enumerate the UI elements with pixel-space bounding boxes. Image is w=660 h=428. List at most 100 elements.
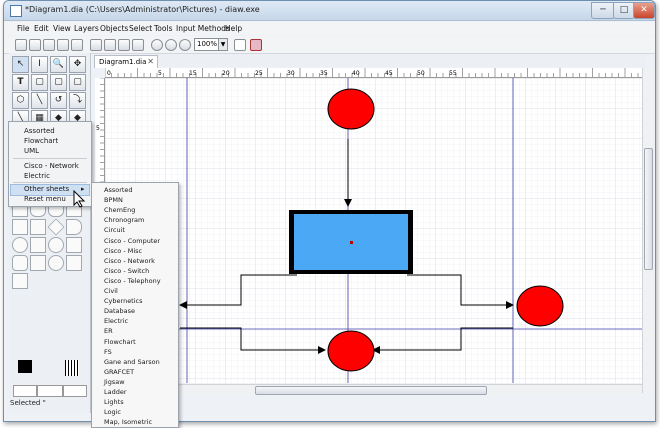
submenu-item[interactable]: ER — [104, 327, 113, 335]
cut-icon[interactable] — [118, 39, 130, 51]
submenu-item[interactable]: FS — [104, 348, 112, 356]
submenu-item[interactable]: Database — [104, 307, 135, 315]
submenu-item[interactable]: Map, Isometric — [104, 418, 152, 426]
text-tool[interactable]: T — [12, 74, 29, 91]
box-tool[interactable]: ▢ — [31, 74, 48, 91]
magnify-tool[interactable]: 🔍 — [50, 56, 67, 73]
submenu-item[interactable]: Ladder — [104, 388, 127, 396]
submenu-item[interactable]: GRAFCET — [104, 368, 134, 376]
flowchart-summing-shape[interactable] — [12, 237, 28, 253]
new-file-icon[interactable] — [15, 39, 27, 51]
menu-item-other-sheets[interactable]: Other sheets — [24, 185, 69, 193]
submenu-item[interactable]: Cisco - Misc — [104, 247, 142, 255]
submenu-item[interactable]: Cisco - Switch — [104, 267, 149, 275]
flowchart-extract-shape[interactable] — [66, 237, 82, 253]
paste-icon[interactable] — [132, 39, 144, 51]
minimize-button[interactable]: ─ — [591, 2, 615, 19]
menu-file[interactable]: File — [17, 24, 30, 33]
menu-item-flowchart[interactable]: Flowchart — [24, 137, 58, 145]
submenu-item[interactable]: Cybernetics — [104, 297, 143, 305]
menu-layers[interactable]: Layers — [74, 24, 99, 33]
menu-view[interactable]: View — [53, 24, 71, 33]
submenu-item[interactable]: Lights — [104, 398, 124, 406]
submenu-item[interactable]: Chronogram — [104, 216, 144, 224]
horizontal-scroll-thumb[interactable] — [255, 386, 487, 395]
submenu-item[interactable]: Civil — [104, 287, 118, 295]
submenu-item[interactable]: ChemEng — [104, 206, 135, 214]
tab-close-icon[interactable]: ✕ — [147, 56, 154, 68]
submenu-item[interactable]: Assorted — [104, 186, 133, 194]
flowchart-card-shape[interactable] — [30, 255, 46, 271]
flowchart-input-shape[interactable] — [12, 273, 28, 289]
image-tool[interactable]: ▢ — [69, 74, 86, 91]
save-as-icon[interactable] — [57, 39, 69, 51]
flowchart-connector-shape[interactable] — [48, 255, 64, 271]
line-tool[interactable]: ╲ — [31, 92, 48, 109]
arrow-end-selector[interactable] — [63, 385, 87, 397]
vertical-scroll-thumb[interactable] — [644, 148, 653, 270]
menu-help[interactable]: Help — [225, 24, 242, 33]
scroll-tool[interactable]: ✥ — [69, 56, 86, 73]
submenu-item[interactable]: Flowchart — [104, 338, 136, 346]
submenu-item[interactable]: Gane and Sarson — [104, 358, 160, 366]
arrow-start-selector[interactable] — [13, 385, 37, 397]
menu-input-methods[interactable]: Input Methods — [176, 24, 230, 33]
selection-handle[interactable] — [350, 241, 353, 244]
polygon-tool[interactable]: ⬡ — [12, 92, 29, 109]
flowchart-box-shape[interactable] — [12, 219, 28, 235]
submenu-item[interactable]: Cisco - Computer — [104, 237, 160, 245]
submenu-item[interactable]: Cisco - Telephony — [104, 277, 161, 285]
zoom-out-icon[interactable] — [165, 39, 177, 51]
zoom-in-icon[interactable] — [151, 39, 163, 51]
menu-edit[interactable]: Edit — [34, 24, 49, 33]
flowchart-merge-shape[interactable] — [30, 219, 46, 235]
show-grid-icon[interactable] — [250, 39, 262, 51]
flowchart-offpage-shape[interactable] — [66, 255, 82, 271]
red-circle-top[interactable] — [327, 88, 375, 130]
diagram-canvas[interactable] — [105, 78, 642, 383]
tab-diagram1[interactable]: Diagram1.dia ✕ — [94, 55, 158, 68]
ellipse-tool[interactable]: ▢ — [50, 74, 67, 91]
zigzag-line-tool[interactable]: ⤵ — [69, 92, 86, 109]
menu-item-assorted[interactable]: Assorted — [24, 127, 55, 135]
maximize-button[interactable]: □ — [613, 2, 635, 19]
menu-objects[interactable]: Objects — [100, 24, 128, 33]
line-style-selector[interactable] — [37, 385, 63, 397]
flowchart-collate-shape[interactable] — [30, 237, 46, 253]
undo-icon[interactable] — [90, 39, 102, 51]
red-circle-right[interactable] — [516, 285, 564, 327]
flowchart-or-shape[interactable] — [48, 237, 64, 253]
flowchart-alt-process-shape[interactable] — [12, 255, 28, 271]
zoom-fit-icon[interactable] — [179, 39, 191, 51]
line-width-icon[interactable] — [65, 360, 79, 376]
text-edit-tool[interactable]: I — [31, 56, 48, 73]
foreground-color-swatch[interactable] — [18, 360, 32, 373]
print-icon[interactable] — [71, 39, 83, 51]
menu-tools[interactable]: Tools — [154, 24, 172, 33]
close-button[interactable]: ✕ — [633, 2, 655, 19]
flowchart-decision-shape[interactable] — [47, 218, 65, 236]
menu-item-reset-menu[interactable]: Reset menu — [24, 195, 66, 203]
submenu-item[interactable]: Logic — [104, 408, 121, 416]
pointer-tool[interactable]: ↖ — [12, 56, 29, 73]
submenu-item[interactable]: Cisco - Network — [104, 257, 155, 265]
menu-select[interactable]: Select — [129, 24, 152, 33]
save-icon[interactable] — [43, 39, 55, 51]
arc-tool[interactable]: ↺ — [50, 92, 67, 109]
diagram-svg[interactable] — [105, 78, 642, 383]
flowchart-delay-shape[interactable] — [66, 219, 82, 235]
menu-item-electric[interactable]: Electric — [24, 172, 50, 180]
zoom-dropdown-icon[interactable]: ▼ — [218, 38, 228, 51]
menu-item-uml[interactable]: UML — [24, 147, 39, 155]
red-circle-bottom[interactable] — [327, 330, 375, 372]
submenu-item[interactable]: Circuit — [104, 226, 125, 234]
submenu-item[interactable]: BPMN — [104, 196, 123, 204]
vertical-scrollbar[interactable] — [642, 68, 653, 393]
submenu-item[interactable]: Jigsaw — [104, 378, 125, 386]
menu-item-cisco-network[interactable]: Cisco - Network — [24, 162, 79, 170]
copy-icon[interactable] — [104, 39, 116, 51]
snap-to-grid-icon[interactable] — [234, 39, 246, 51]
open-file-icon[interactable] — [29, 39, 41, 51]
horizontal-scrollbar[interactable] — [105, 384, 642, 395]
submenu-item[interactable]: Electric — [104, 317, 128, 325]
